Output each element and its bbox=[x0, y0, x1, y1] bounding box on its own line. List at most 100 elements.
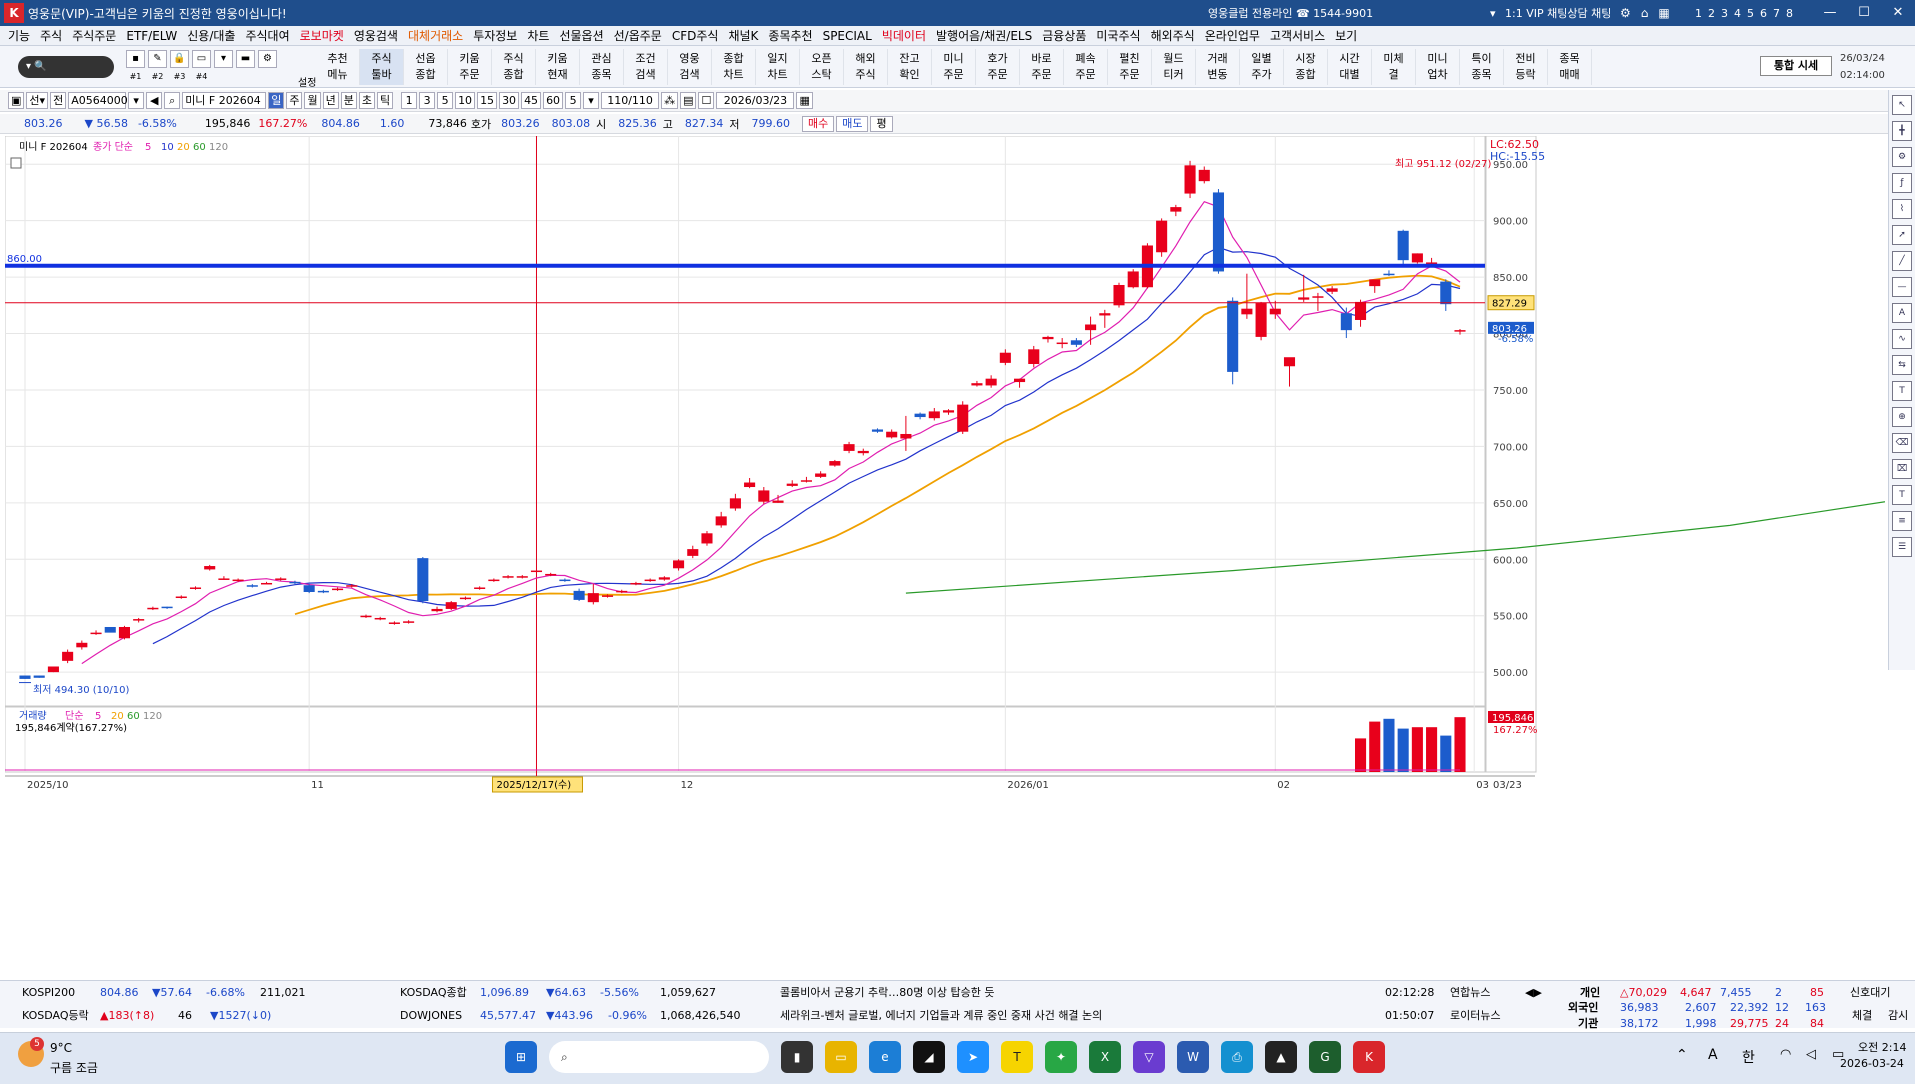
checkbox[interactable]: ☐ bbox=[698, 92, 715, 109]
menu-item[interactable]: 차트 bbox=[527, 27, 549, 44]
menu-item[interactable]: 영웅검색 bbox=[354, 27, 398, 44]
menu-item[interactable]: 해외주식 bbox=[1151, 27, 1195, 44]
code-input[interactable]: A0564000 bbox=[68, 92, 128, 109]
quick-button[interactable]: 종목 매매 bbox=[1548, 49, 1592, 85]
minute-tab[interactable]: 10 bbox=[455, 92, 476, 109]
news-headline[interactable]: 콜롬비아서 군용기 추락…80명 이상 탑승한 듯 bbox=[780, 982, 995, 1004]
quick-button[interactable]: 특이 종목 bbox=[1460, 49, 1504, 85]
quick-button[interactable]: 일별 주가 bbox=[1240, 49, 1284, 85]
quick-button[interactable]: 키움 현재 bbox=[536, 49, 580, 85]
quick-button[interactable]: 일지 차트 bbox=[756, 49, 800, 85]
menu-item[interactable]: 로보마켓 bbox=[300, 27, 344, 44]
close-icon[interactable]: ✕ bbox=[1881, 0, 1915, 26]
menu-item[interactable]: 주식 bbox=[40, 27, 62, 44]
kakaotalk-icon[interactable]: T bbox=[1001, 1041, 1033, 1073]
minute-tab[interactable]: 3 bbox=[419, 92, 436, 109]
quick-button[interactable]: 미체 결 bbox=[1372, 49, 1416, 85]
menu-item[interactable]: 종목추천 bbox=[768, 27, 812, 44]
screen-tab-7[interactable]: 7 bbox=[1773, 7, 1780, 20]
price-chart[interactable]: 950.00 900.00 850.00 800.00 750.00 700.00 650.… bbox=[4, 135, 1915, 976]
menu-item[interactable]: 선물옵션 bbox=[559, 27, 603, 44]
menu-item[interactable]: 미국주식 bbox=[1096, 27, 1140, 44]
quick-button[interactable]: 미니 업차 bbox=[1416, 49, 1460, 85]
menu-item[interactable]: 온라인업무 bbox=[1205, 27, 1260, 44]
save-chart-icon[interactable]: ▤ bbox=[680, 92, 697, 109]
quick-button[interactable]: 미니 주문 bbox=[932, 49, 976, 85]
quick-button[interactable]: 조건 검색 bbox=[624, 49, 668, 85]
quick-button[interactable]: 종합 차트 bbox=[712, 49, 756, 85]
screen-tab-3[interactable]: 3 bbox=[1721, 7, 1728, 20]
period-tab[interactable]: 분 bbox=[340, 92, 357, 109]
menu-search-input[interactable]: ▾ 🔍 bbox=[18, 56, 114, 78]
menu-item[interactable]: 투자정보 bbox=[473, 27, 517, 44]
quick-button[interactable]: 월드 티커 bbox=[1152, 49, 1196, 85]
quick-button[interactable]: 영웅 검색 bbox=[668, 49, 712, 85]
menu-item[interactable]: SPECIAL bbox=[823, 29, 872, 43]
period-tab[interactable]: 월 bbox=[304, 92, 321, 109]
menu-item[interactable]: ETF/ELW bbox=[126, 29, 177, 43]
volume-icon[interactable]: ◁ bbox=[1806, 1047, 1816, 1062]
quick-button[interactable]: 시간 대별 bbox=[1328, 49, 1372, 85]
count-dropdown-icon[interactable]: ▾ bbox=[583, 92, 600, 109]
quick-button[interactable]: 주식 툴바 bbox=[360, 49, 404, 85]
word-icon[interactable]: W bbox=[1177, 1041, 1209, 1073]
function-tool-icon[interactable]: ƒ bbox=[1892, 173, 1912, 193]
pointer-tool-icon[interactable]: ➚ bbox=[1892, 225, 1912, 245]
minute-tab[interactable]: 30 bbox=[499, 92, 520, 109]
index-name[interactable]: KOSPI200 bbox=[22, 982, 75, 1004]
quick-button[interactable]: 거래 변동 bbox=[1196, 49, 1240, 85]
menu-item[interactable]: CFD주식 bbox=[672, 27, 719, 44]
quick-button[interactable]: 주식 종합 bbox=[492, 49, 536, 85]
quick-button[interactable]: 잔고 확인 bbox=[888, 49, 932, 85]
screen-tab-2[interactable]: 2 bbox=[1708, 7, 1715, 20]
quick-button[interactable]: 시장 종합 bbox=[1284, 49, 1328, 85]
menu-item[interactable]: 빅데이터 bbox=[882, 27, 926, 44]
range-input[interactable]: 110/110 bbox=[601, 92, 660, 109]
terminal-icon[interactable]: ▲ bbox=[1265, 1041, 1297, 1073]
brush-icon[interactable]: ✎ bbox=[148, 50, 167, 68]
quick-button[interactable]: 해외 주식 bbox=[844, 49, 888, 85]
lang-indicator[interactable]: A bbox=[1708, 1047, 1718, 1063]
period-tab[interactable]: 년 bbox=[322, 92, 339, 109]
label-tool-icon[interactable]: T bbox=[1892, 485, 1912, 505]
period-tab[interactable]: 틱 bbox=[376, 92, 394, 109]
text-tool-icon[interactable]: T bbox=[1892, 381, 1912, 401]
file-explorer-icon[interactable]: ▭ bbox=[825, 1041, 857, 1073]
list-tool-icon[interactable]: ≡ bbox=[1892, 511, 1912, 531]
menu-item[interactable]: 기능 bbox=[8, 27, 30, 44]
auto-tool-icon[interactable]: A bbox=[1892, 303, 1912, 323]
vpn-icon[interactable]: ▽ bbox=[1133, 1041, 1165, 1073]
date-input[interactable]: 2026/03/23 bbox=[716, 92, 795, 109]
index-name[interactable]: DOWJONES bbox=[400, 1005, 462, 1027]
signal-status[interactable]: 신호대기 bbox=[1850, 982, 1890, 1004]
search-code-icon[interactable]: ⌕ bbox=[164, 92, 181, 109]
minute-tab[interactable]: 15 bbox=[477, 92, 498, 109]
maps-icon[interactable]: ✦ bbox=[1045, 1041, 1077, 1073]
period-tab[interactable]: 주 bbox=[286, 92, 303, 109]
screen-tab-6[interactable]: 6 bbox=[1760, 7, 1767, 20]
kiwoom-icon[interactable]: K bbox=[1353, 1041, 1385, 1073]
quick-button[interactable]: 바로 주문 bbox=[1020, 49, 1064, 85]
menu-item[interactable]: 채널K bbox=[728, 27, 758, 44]
calendar-icon[interactable]: ▦ bbox=[796, 92, 813, 109]
cursor-tool-icon[interactable]: ↖ bbox=[1892, 95, 1912, 115]
indicator-tool-icon[interactable]: ⌇ bbox=[1892, 199, 1912, 219]
line-tool-icon[interactable]: — bbox=[1892, 277, 1912, 297]
quick-button[interactable]: 선옵 종합 bbox=[404, 49, 448, 85]
wifi-icon[interactable]: ◠ bbox=[1780, 1047, 1791, 1062]
menu-item[interactable]: 발행어음/채권/ELS bbox=[936, 27, 1032, 44]
menu-item[interactable]: 대체거래소 bbox=[408, 27, 463, 44]
menu-item[interactable]: 주식주문 bbox=[72, 27, 116, 44]
grid-icon[interactable]: ▦ bbox=[1658, 6, 1669, 20]
dropdown-icon[interactable]: ▾ bbox=[214, 50, 233, 68]
minute-tab[interactable]: 5 bbox=[437, 92, 454, 109]
quick-button[interactable]: 추천 메뉴 bbox=[316, 49, 360, 85]
screen-tab-4[interactable]: 4 bbox=[1734, 7, 1741, 20]
execution-button[interactable]: 체결 bbox=[1852, 1005, 1872, 1027]
chevron-down-icon[interactable]: ▾ bbox=[1490, 7, 1496, 20]
index-name[interactable]: KOSDAQ종합 bbox=[400, 982, 467, 1004]
period-tab[interactable]: 일 bbox=[268, 92, 285, 109]
ime-indicator[interactable]: 한 bbox=[1742, 1047, 1755, 1067]
chart-svg[interactable]: 950.00900.00850.00800.00750.00700.00650.… bbox=[4, 135, 1915, 976]
period-tab[interactable]: 초 bbox=[358, 92, 375, 109]
